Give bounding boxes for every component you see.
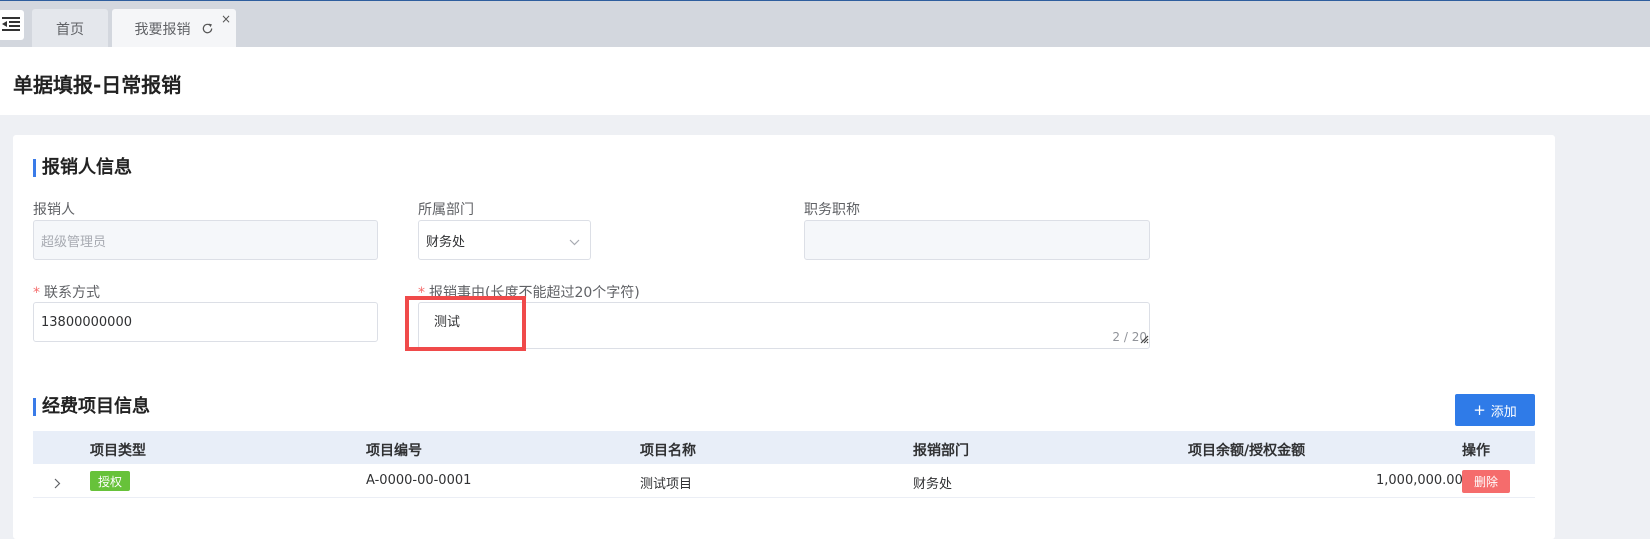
department-select[interactable]: 财务处 [418, 220, 591, 260]
sidebar-toggle-button[interactable] [0, 10, 24, 40]
page-title: 单据填报-日常报销 [13, 73, 182, 97]
highlight-annotation [405, 296, 526, 351]
tab-label: 首页 [56, 21, 84, 38]
add-button-label: 添加 [1490, 404, 1517, 420]
type-tag: 授权 [90, 471, 130, 491]
cell-department: 财务处 [913, 477, 953, 492]
table-header: 项目类型 项目编号 项目名称 报销部门 项目余额/授权金额 操作 [33, 431, 1535, 464]
column-header-amount: 项目余额/授权金额 [1188, 443, 1306, 459]
section-title-expense: 经费项目信息 [33, 396, 150, 418]
delete-button[interactable]: 删除 [1462, 470, 1510, 493]
applicant-label: 报销人 [33, 202, 75, 218]
position-label: 职务职称 [804, 202, 860, 218]
tab-home[interactable]: 首页 [32, 9, 108, 48]
cell-code: A-0000-00-0001 [366, 473, 472, 488]
plus-icon: + [1473, 401, 1486, 419]
resize-grip-icon[interactable] [1139, 333, 1149, 348]
column-header-department: 报销部门 [913, 443, 969, 459]
section-title-applicant: 报销人信息 [33, 157, 132, 179]
refresh-icon[interactable] [201, 22, 214, 35]
column-header-type: 项目类型 [90, 443, 146, 459]
applicant-value: 超级管理员 [41, 234, 107, 250]
chevron-right-icon[interactable] [54, 474, 61, 493]
close-icon[interactable]: × [221, 12, 231, 26]
contact-label-text: 联系方式 [44, 285, 100, 301]
reason-textarea[interactable]: 测试 2 / 20 [418, 302, 1150, 349]
column-header-code: 项目编号 [366, 443, 422, 459]
page-header: 单据填报-日常报销 [0, 47, 1650, 115]
menu-collapse-icon [2, 16, 20, 35]
contact-value: 13800000000 [41, 314, 132, 330]
chevron-down-icon [569, 235, 580, 250]
cell-amount: 1,000,000.00 [1376, 473, 1463, 488]
position-field [804, 220, 1150, 260]
department-value: 财务处 [426, 234, 466, 250]
table-row: 授权 A-0000-00-0001 测试项目 财务处 1,000,000.00 … [33, 464, 1535, 498]
tab-bar: 首页 我要报销 × [0, 0, 1650, 48]
column-header-actions: 操作 [1462, 443, 1490, 459]
applicant-field: 超级管理员 [33, 220, 378, 260]
tab-label: 我要报销 [134, 21, 191, 38]
department-label: 所属部门 [418, 202, 474, 218]
tab-reimbursement[interactable]: 我要报销 × [112, 9, 236, 48]
column-header-name: 项目名称 [640, 443, 696, 459]
required-mark: * [33, 285, 40, 301]
contact-label: * 联系方式 [33, 282, 100, 302]
cell-name: 测试项目 [640, 477, 693, 492]
add-button[interactable]: + 添加 [1455, 394, 1535, 426]
form-card: 报销人信息 报销人 所属部门 职务职称 超级管理员 财务处 * 联系方式 * 报销事… [13, 135, 1555, 539]
contact-input[interactable]: 13800000000 [33, 302, 378, 342]
